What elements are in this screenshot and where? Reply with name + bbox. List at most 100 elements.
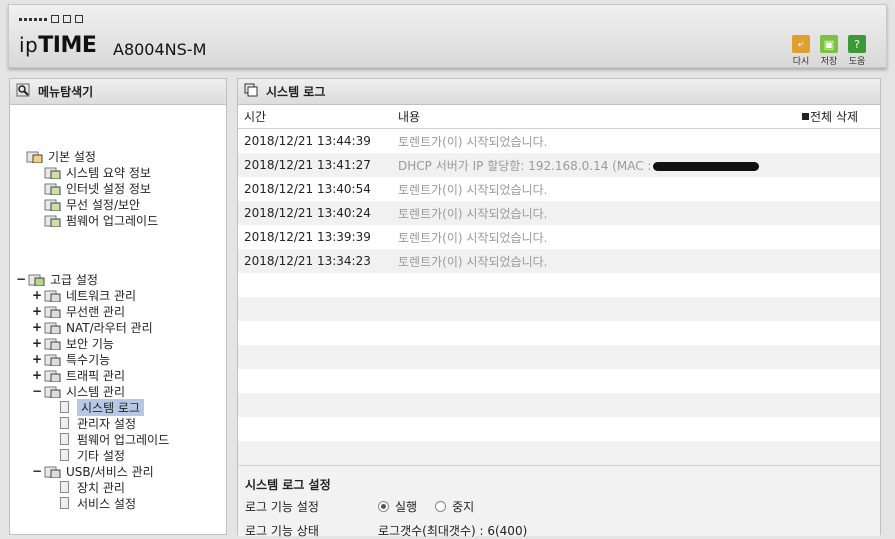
usb-icon (44, 464, 62, 478)
tree-group-usb[interactable]: − USB/서비스 관리 (32, 463, 154, 479)
tree-label: 무선랜 관리 (66, 304, 126, 319)
collapse-icon[interactable]: − (32, 464, 42, 478)
tree-label: 장치 관리 (77, 480, 125, 495)
log-function-option[interactable]: 중지 (435, 500, 474, 514)
network-icon (44, 288, 62, 302)
tree-item-basic[interactable]: 시스템 요약 정보 (44, 164, 151, 180)
empty-log-row (238, 369, 880, 393)
wireless-lan-icon (44, 304, 62, 318)
log-message-text: 토렌트가(이) 시작되었습니다. (398, 182, 548, 197)
tree-group[interactable]: + 보안 기능 (32, 335, 114, 351)
save-icon: ▣ (820, 35, 838, 53)
lock-icon (44, 336, 62, 350)
expand-icon[interactable]: + (32, 336, 42, 350)
tree-basic-settings[interactable]: 기본 설정 (26, 148, 96, 164)
log-time: 2018/12/21 13:40:24 (244, 206, 371, 220)
log-message-text: 토렌트가(이) 시작되었습니다. (398, 206, 548, 221)
page-icon (60, 497, 69, 509)
empty-log-row (238, 417, 880, 441)
expand-icon[interactable]: + (32, 288, 42, 302)
expand-icon[interactable]: − (32, 384, 42, 398)
radio-button[interactable] (435, 501, 447, 512)
log-time: 2018/12/21 13:40:54 (244, 182, 371, 196)
expand-icon[interactable]: + (32, 320, 42, 334)
system-chart-icon (44, 384, 62, 398)
tree-label: 기본 설정 (48, 149, 96, 164)
tree-label: USB/서비스 관리 (66, 464, 154, 479)
log-row: 2018/12/21 13:34:23 토렌트가(이) 시작되었습니다. (238, 249, 880, 273)
tree-item-basic[interactable]: 무선 설정/보안 (44, 196, 140, 212)
minus-box-icon (802, 113, 810, 120)
log-window-icon (244, 83, 260, 100)
tree-label: 네트워크 관리 (66, 288, 137, 303)
tree-item-usb[interactable]: 서비스 설정 (60, 495, 136, 511)
tree-group[interactable]: + 특수기능 (32, 351, 110, 367)
empty-log-row (238, 345, 880, 369)
tree-label: 인터넷 설정 정보 (66, 181, 151, 196)
tree-item-system[interactable]: 펌웨어 업그레이드 (60, 431, 169, 447)
collapse-icon[interactable]: − (16, 272, 26, 286)
tree-advanced-settings[interactable]: − 고급 설정 (16, 271, 98, 287)
help-button[interactable]: ? 도움 (846, 35, 868, 67)
menu-explorer-panel: 메뉴탐색기 기본 설정 시스템 요약 정보 인터넷 설정 정보 무선 설정/보안 펌웨어… (9, 78, 227, 535)
toolbar-button-label: 도움 (848, 57, 866, 67)
tree-label: 특수기능 (66, 352, 111, 367)
tree-group[interactable]: + 네트워크 관리 (32, 287, 136, 303)
page-icon (60, 481, 69, 493)
magnifier-icon (16, 83, 32, 100)
tree-item-usb[interactable]: 장치 관리 (60, 479, 125, 495)
tree-group[interactable]: − 시스템 관리 (32, 383, 125, 399)
radio-label: 실행 (395, 500, 418, 514)
tree-label: 시스템 로그 (77, 398, 145, 416)
tree-item-system[interactable]: 기타 설정 (60, 447, 125, 463)
log-time: 2018/12/21 13:41:27 (244, 158, 371, 172)
system-log-header: 시스템 로그 (238, 79, 880, 105)
log-function-label: 로그 기능 설정 (245, 500, 319, 514)
toolbar-button-label: 다시 (792, 57, 810, 67)
page-icon (60, 433, 69, 445)
restart-button[interactable]: ⤶ 다시 (790, 35, 812, 67)
page-icon (60, 401, 69, 413)
expand-icon[interactable]: + (32, 368, 42, 382)
radio-button[interactable] (378, 501, 389, 512)
advanced-folder-icon (28, 272, 46, 286)
tree-group[interactable]: + 트래픽 관리 (32, 367, 125, 383)
help-icon: ? (848, 35, 866, 53)
tree-label: 관리자 설정 (77, 416, 137, 431)
log-time: 2018/12/21 13:39:39 (244, 230, 371, 244)
tree-item-basic[interactable]: 펌웨어 업그레이드 (44, 212, 158, 228)
tree-label: 트래픽 관리 (66, 368, 126, 383)
tree-group[interactable]: + NAT/라우터 관리 (32, 319, 153, 335)
nat-router-icon (44, 320, 62, 334)
log-message-text: 토렌트가(이) 시작되었습니다. (398, 134, 548, 149)
empty-log-row (238, 273, 880, 297)
log-row: 2018/12/21 13:40:54 토렌트가(이) 시작되었습니다. (238, 177, 880, 201)
log-table-header: 시간 내용 전체 삭제 (238, 105, 880, 129)
tree-item-selected[interactable]: 시스템 로그 (60, 398, 145, 416)
tree-group[interactable]: + 무선랜 관리 (32, 303, 125, 319)
delete-all-button[interactable]: 전체 삭제 (802, 108, 858, 125)
tree-label: 펌웨어 업그레이드 (77, 432, 170, 447)
log-status-label: 로그 기능 상태 (245, 524, 319, 538)
column-content: 내용 (398, 110, 421, 124)
menu-explorer-title: 메뉴탐색기 (38, 85, 94, 99)
restart-icon: ⤶ (792, 35, 810, 53)
log-function-option[interactable]: 실행 (378, 500, 417, 514)
expand-icon[interactable]: + (32, 304, 42, 318)
log-function-radio-group: 실행 중지 (378, 498, 492, 515)
save-button[interactable]: ▣ 저장 (818, 35, 840, 67)
expand-icon[interactable]: + (32, 352, 42, 366)
log-message-text: 토렌트가(이) 시작되었습니다. (398, 254, 548, 269)
tree-label: 무선 설정/보안 (66, 197, 141, 212)
special-icon (44, 352, 62, 366)
log-message: DHCP 서버가 IP 할당함: 192.168.0.14 (MAC : (398, 157, 760, 174)
tree-label: NAT/라우터 관리 (66, 320, 153, 335)
tree-item-basic[interactable]: 인터넷 설정 정보 (44, 180, 151, 196)
monitor-icon (44, 181, 62, 195)
tree-item-system[interactable]: 관리자 설정 (60, 415, 136, 431)
log-message: 토렌트가(이) 시작되었습니다. (398, 133, 547, 150)
tree-label: 기타 설정 (77, 448, 125, 463)
empty-log-row (238, 321, 880, 345)
log-time: 2018/12/21 13:34:23 (244, 254, 371, 268)
log-row: 2018/12/21 13:44:39 토렌트가(이) 시작되었습니다. (238, 129, 880, 153)
